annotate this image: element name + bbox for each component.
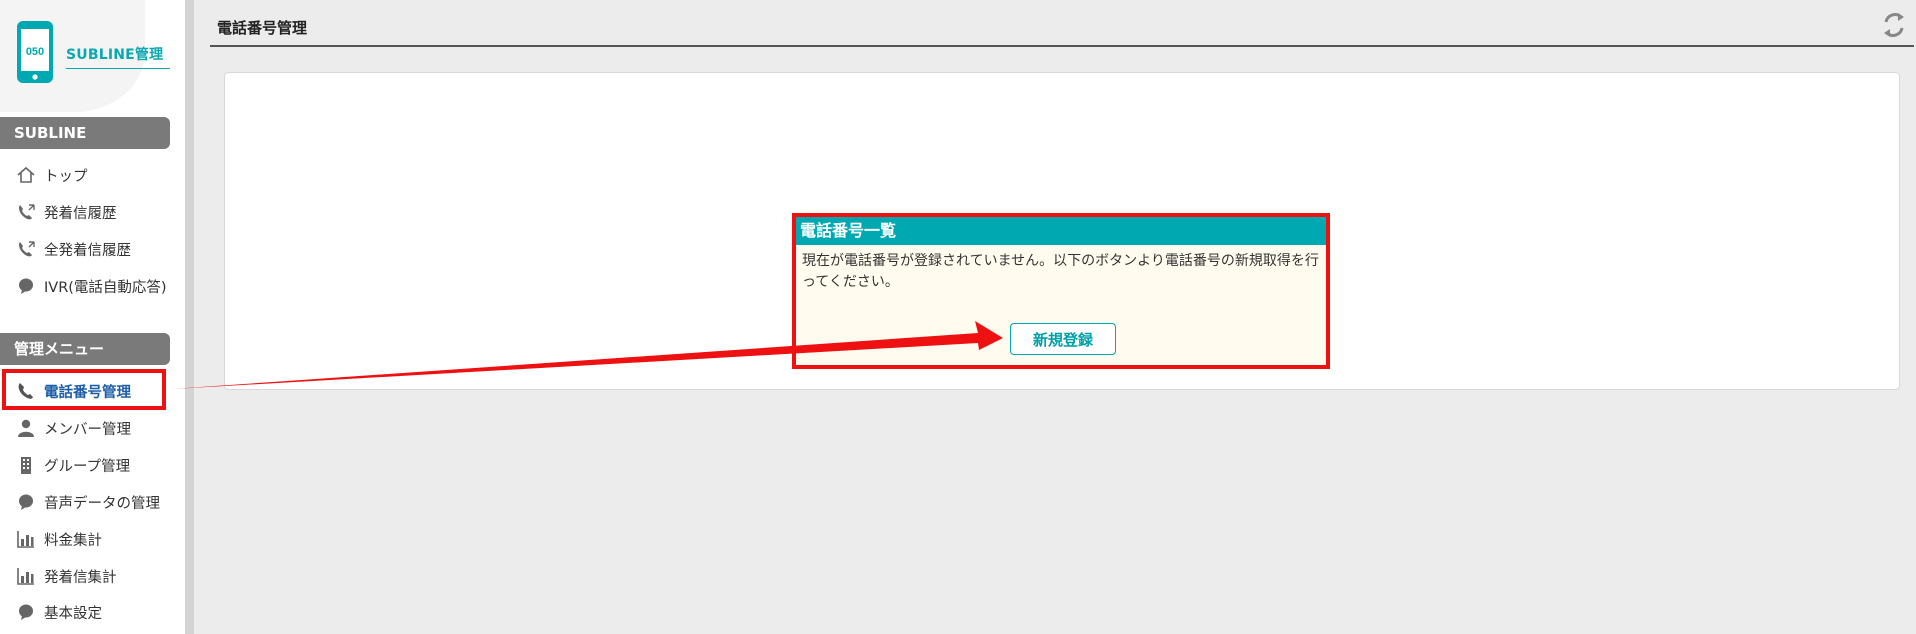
home-icon [16,165,36,185]
sidebar-item-basic-settings[interactable]: 基本設定 [4,594,170,630]
sidebar-item-top[interactable]: トップ [4,157,170,193]
sidebar-item-call-history[interactable]: 発着信履歴 [4,194,170,230]
sidebar-item-label: メンバー管理 [44,421,131,438]
new-register-button[interactable]: 新規登録 [1010,323,1116,355]
empty-state-message: 現在が電話番号が登録されていません。以下のボタンより電話番号の新規取得を行ってく… [802,253,1319,290]
bar-chart-icon [16,529,36,549]
sidebar-item-ivr[interactable]: IVR(電話自動応答) [4,268,170,304]
sidebar-item-member-management[interactable]: メンバー管理 [4,410,170,446]
header-divider [210,45,1914,47]
refresh-icon[interactable] [1882,12,1906,38]
sidebar-item-label: 料金集計 [44,532,102,549]
sidebar-item-label: 発着信集計 [44,569,117,586]
smartphone-logo-icon: 050 [17,21,53,83]
call-history-icon [16,202,36,222]
sidebar-item-label: グループ管理 [44,458,131,475]
bubble-icon [16,492,36,512]
call-history-icon [16,239,36,259]
sidebar-item-label: 基本設定 [44,605,102,622]
sidebar-item-label: 発着信履歴 [44,205,117,222]
card-title: 電話番号一覧 [796,217,1326,245]
bubble-icon [16,276,36,296]
sidebar-item-label: 全発着信履歴 [44,242,131,259]
sidebar-item-label: 音声データの管理 [44,495,160,512]
sidebar-item-label: IVR(電話自動応答) [44,279,167,296]
phone-logo-text: 050 [26,46,44,58]
page-title: 電話番号管理 [217,19,308,37]
sidebar-item-all-call-history[interactable]: 全発着信履歴 [4,231,170,267]
building-icon [16,455,36,475]
sidebar-item-fee-summary[interactable]: 料金集計 [4,521,170,557]
sidebar-item-audio-data[interactable]: 音声データの管理 [4,484,170,520]
person-icon [16,418,36,438]
annotation-highlight-box [2,369,166,410]
brand-label: SUBLINE管理 [66,44,170,69]
sidebar-item-call-summary[interactable]: 発着信集計 [4,558,170,594]
bubble-icon [16,602,36,622]
sidebar-item-label: トップ [44,168,88,185]
section-header-admin-menu: 管理メニュー [0,333,170,365]
sidebar: 050 SUBLINE管理 SUBLINE トップ 発着信履歴 全発着信履歴 I… [0,0,185,634]
phone-number-list-card: 電話番号一覧 現在が電話番号が登録されていません。以下のボタンより電話番号の新規… [792,213,1330,369]
section-header-subline: SUBLINE [0,117,170,149]
sidebar-item-group-management[interactable]: グループ管理 [4,447,170,483]
bar-chart-icon [16,566,36,586]
sidebar-divider [185,0,194,634]
